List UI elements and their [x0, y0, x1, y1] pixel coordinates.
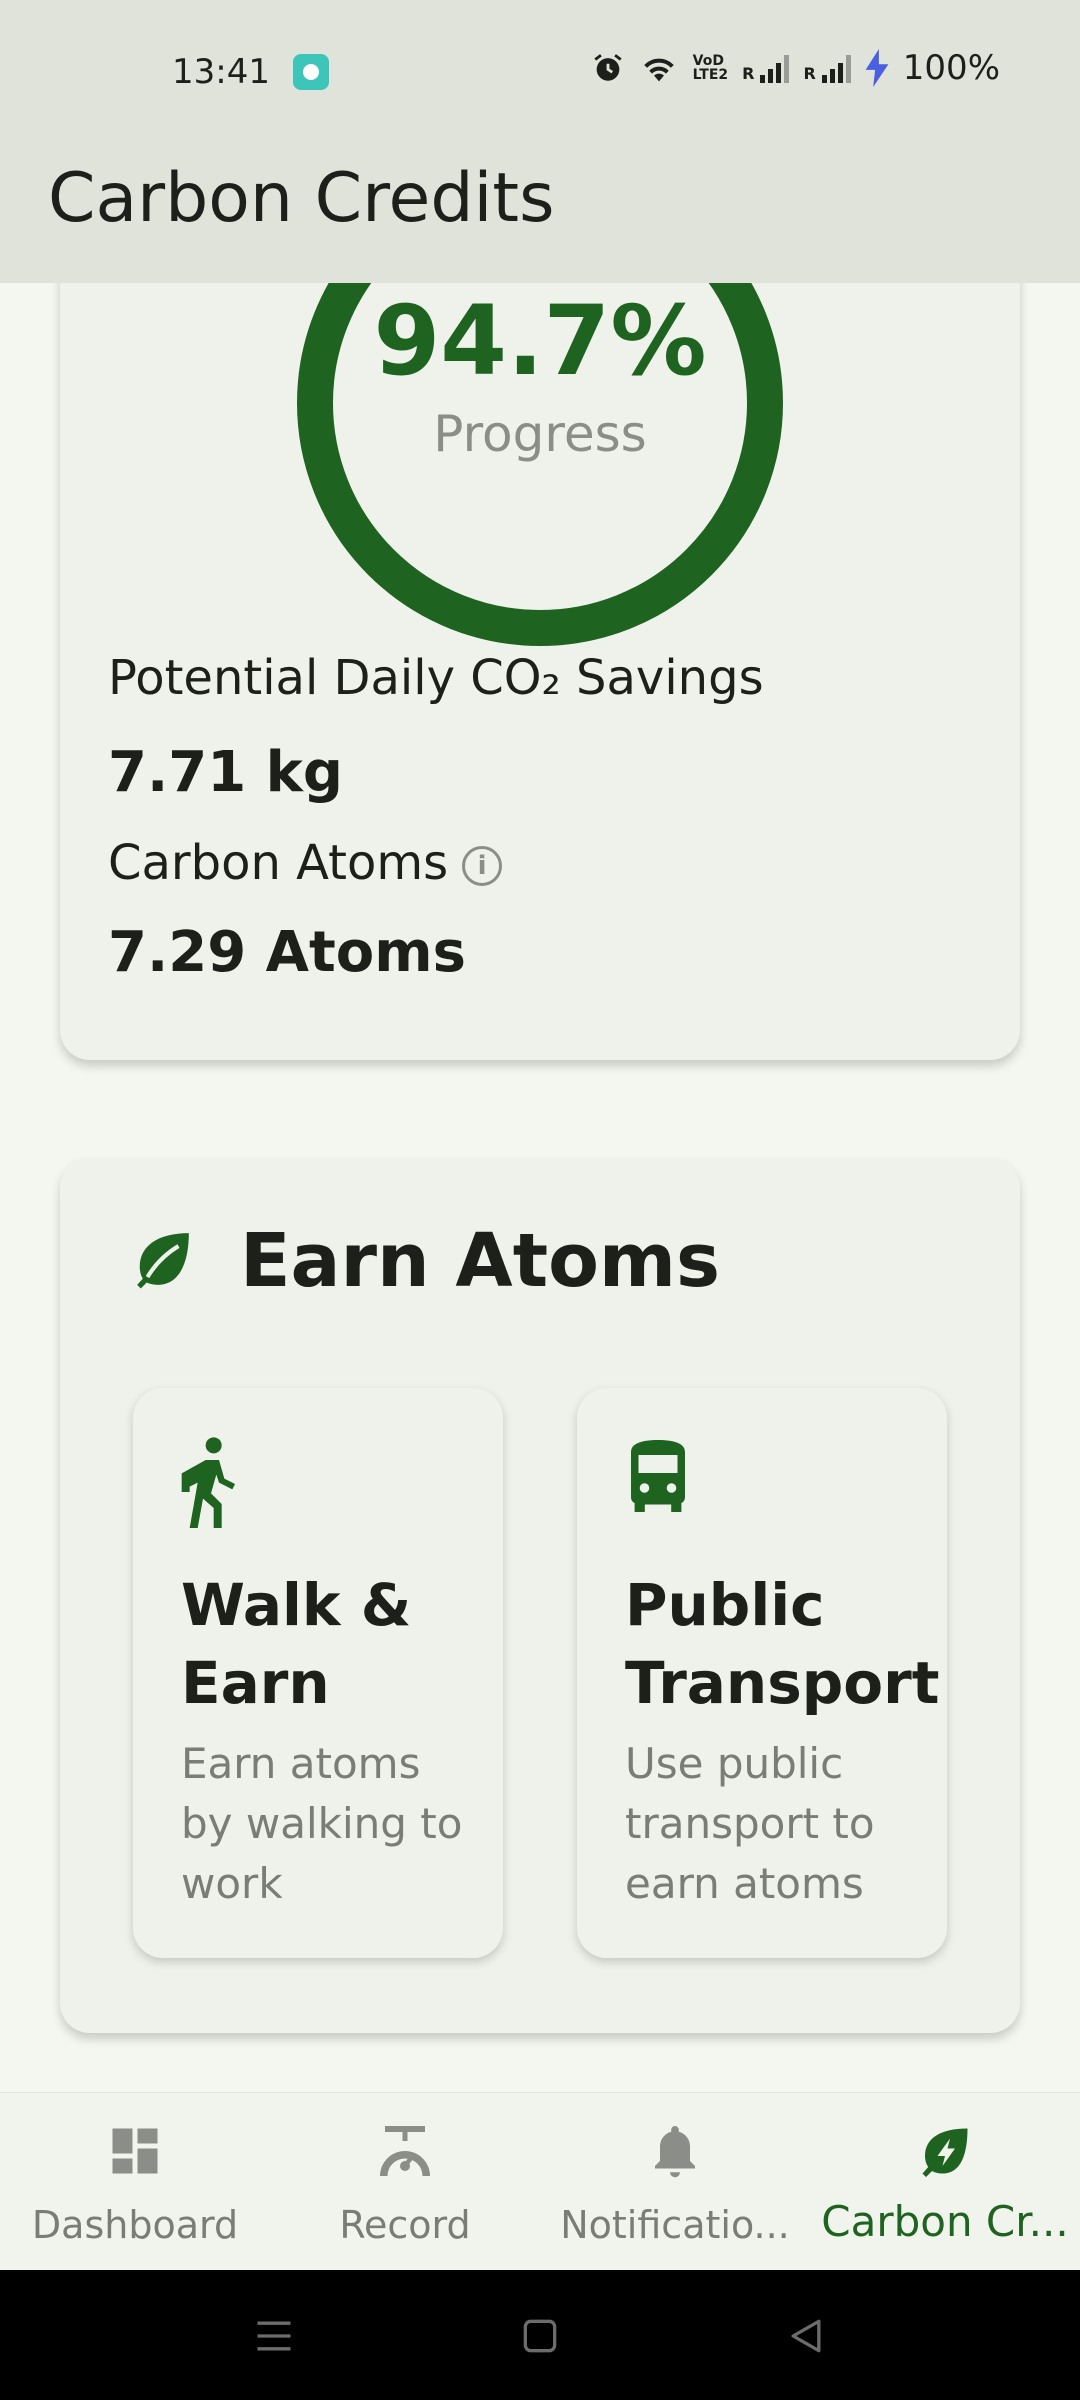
- public-transport-description: Use public transport to earn atoms: [625, 1739, 875, 1908]
- eco-leaf-bolt-icon: [922, 2128, 968, 2177]
- nav-notifications-label: Notificatio...: [560, 2203, 790, 2247]
- atoms-label: Carbon Atoms: [108, 835, 449, 891]
- nav-carbon-credits-label: Carbon Cr...: [821, 2197, 1069, 2246]
- nav-record-label: Record: [339, 2203, 471, 2247]
- earn-atoms-card: Earn Atoms Walk & Earn Earn atoms by wal…: [60, 1158, 1020, 2033]
- info-icon[interactable]: i: [462, 846, 503, 886]
- walk-and-earn-title: Walk & Earn: [181, 1571, 412, 1717]
- public-transport-card[interactable]: Public Transport Use public transport to…: [577, 1388, 947, 1958]
- back-icon[interactable]: [784, 2314, 828, 2358]
- alarm-icon: [594, 54, 622, 81]
- progress-label: Progress: [433, 405, 647, 463]
- nav-notifications[interactable]: Notificatio...: [540, 2093, 810, 2271]
- bus-icon: [631, 1440, 685, 1512]
- nav-carbon-credits[interactable]: Carbon Cr...: [810, 2093, 1080, 2271]
- progress-value: 94.7%: [373, 285, 707, 397]
- atoms-value: 7.29 Atoms: [108, 920, 466, 985]
- bottom-navigation: Dashboard Record Notificatio... Carbon C…: [0, 2092, 1080, 2270]
- page-title: Carbon Credits: [48, 159, 555, 238]
- wifi-icon: [643, 58, 674, 82]
- walk-and-earn-card[interactable]: Walk & Earn Earn atoms by walking to wor…: [133, 1388, 503, 1958]
- bell-icon: [655, 2126, 695, 2178]
- app-bar: Carbon Credits: [0, 145, 1080, 283]
- nav-dashboard-label: Dashboard: [31, 2203, 239, 2247]
- progress-card: 94.7% Progress Potential Daily CO₂ Savin…: [60, 160, 1020, 1060]
- status-bar: 13:41 VoD LTE2 R R 100%: [0, 0, 1080, 145]
- savings-label: Potential Daily CO₂ Savings: [108, 650, 764, 706]
- signal-2-icon: R: [803, 53, 851, 83]
- nav-dashboard[interactable]: Dashboard: [0, 2093, 270, 2271]
- earn-atoms-title: Earn Atoms: [240, 1218, 721, 1304]
- scale-icon: [380, 2126, 430, 2176]
- home-icon[interactable]: [518, 2314, 562, 2358]
- app-notification-icon: [293, 54, 329, 90]
- walking-person-icon: [181, 1437, 235, 1528]
- status-time: 13:41: [172, 52, 270, 92]
- status-icons: VoD LTE2 R R 100%: [591, 46, 1000, 90]
- battery-percent: 100%: [902, 48, 1000, 88]
- system-navigation-bar: [0, 2270, 1080, 2400]
- savings-value: 7.71 kg: [108, 740, 343, 805]
- volte-indicator: VoD LTE2: [692, 53, 729, 83]
- atoms-label-row: Carbon Atoms i: [108, 835, 503, 891]
- signal-1-icon: R: [742, 53, 790, 83]
- dashboard-icon: [112, 2128, 158, 2174]
- public-transport-title: Public Transport: [625, 1571, 940, 1717]
- nav-record[interactable]: Record: [270, 2093, 540, 2271]
- charging-icon: [865, 49, 889, 87]
- walk-and-earn-description: Earn atoms by walking to work: [181, 1739, 463, 1908]
- leaf-icon: [137, 1233, 189, 1289]
- menu-icon[interactable]: [252, 2314, 296, 2358]
